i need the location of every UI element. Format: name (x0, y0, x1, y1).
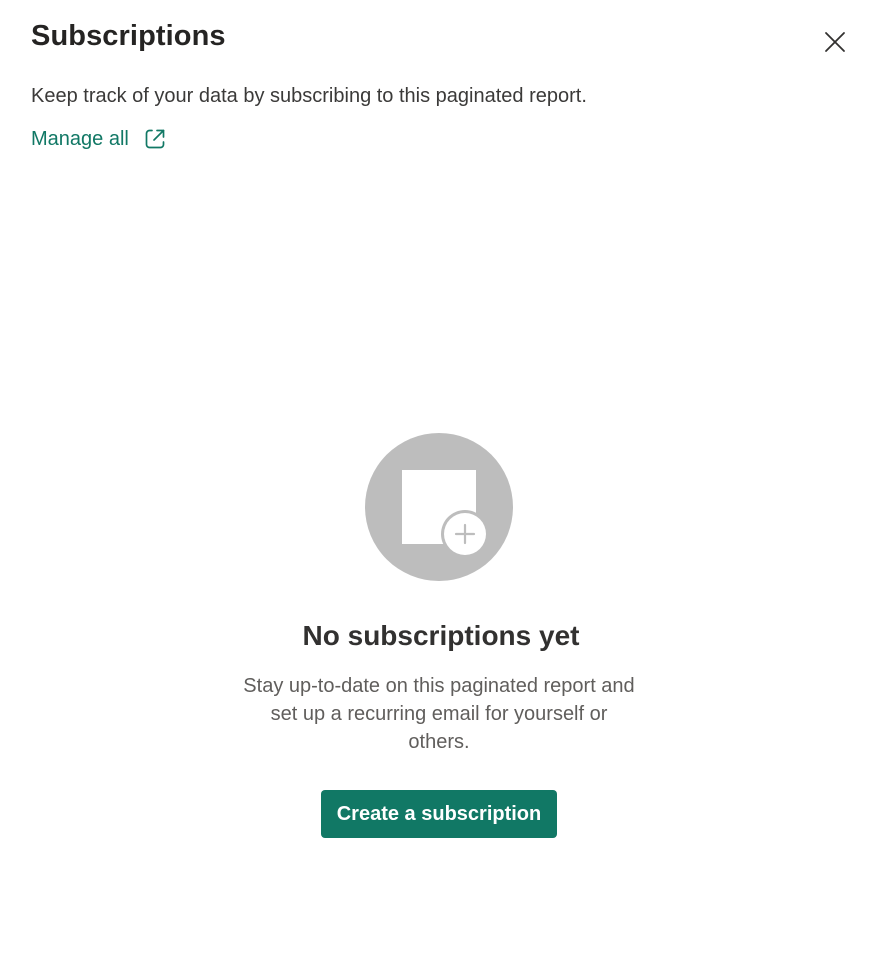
panel-title: Subscriptions (31, 20, 226, 52)
close-button[interactable] (818, 25, 852, 59)
manage-all-label: Manage all (31, 127, 129, 150)
manage-all-link[interactable]: Manage all (31, 127, 167, 151)
empty-state-title: No subscriptions yet (302, 620, 580, 651)
close-icon (825, 32, 845, 52)
panel-description: Keep track of your data by subscribing t… (31, 85, 587, 107)
empty-subscription-icon (365, 433, 513, 581)
create-subscription-button[interactable]: Create a subscription (321, 790, 557, 838)
empty-state-text: Stay up-to-date on this paginated report… (243, 675, 635, 753)
open-in-new-window-icon (145, 129, 165, 149)
subscriptions-panel: Subscriptions Keep track of your data by… (0, 0, 882, 958)
